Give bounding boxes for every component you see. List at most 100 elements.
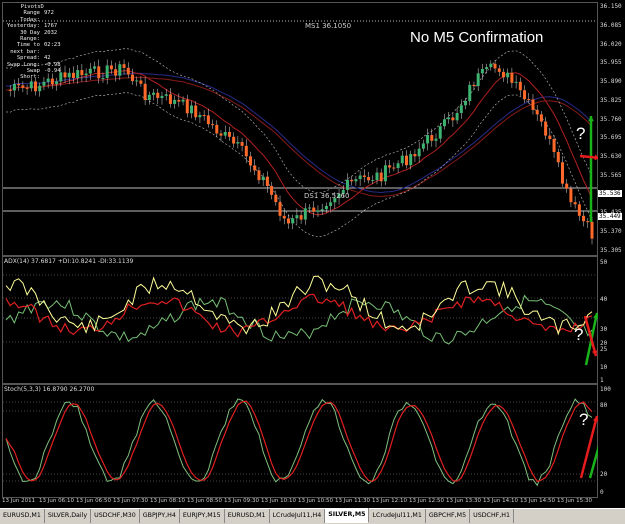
chart-tab[interactable]: EURUSD,M1 <box>225 509 270 523</box>
candle-body <box>76 70 80 79</box>
candle-body <box>202 115 206 117</box>
candle-body <box>114 69 118 76</box>
chart-tab[interactable]: USDCHF,H1 <box>470 509 515 523</box>
candle-body <box>282 215 286 219</box>
candle-body <box>464 101 468 106</box>
axis-tick-label: 20 <box>600 471 608 478</box>
time-tick-label: 13 Jun 06:50 <box>76 498 111 504</box>
ds1-level-label: DS1 36.5260 <box>304 192 350 200</box>
candle-body <box>392 167 396 169</box>
candle-body <box>101 78 105 80</box>
time-tick-label: 13 Jun 06:10 <box>39 498 74 504</box>
candle-body <box>177 99 181 102</box>
candle-body <box>523 90 527 100</box>
candle-body <box>97 66 101 79</box>
candle-body <box>63 72 67 78</box>
candle-body <box>455 112 459 121</box>
candle-body <box>442 119 446 127</box>
candle-body <box>232 136 236 144</box>
candle-body <box>405 155 409 166</box>
candle-body <box>451 117 455 121</box>
info-value: 02:23 <box>44 42 61 49</box>
price-axis: 36.150 36.085 36.020 35.955 35.890 35.825 35.7… <box>598 2 623 256</box>
candle-body <box>105 65 109 79</box>
chart-tab[interactable]: LCrudeJul11,H4 <box>270 509 326 523</box>
chart-tab[interactable]: SILVER,Daily <box>45 509 92 523</box>
candle-body <box>147 94 151 101</box>
info-value: 972 <box>44 10 54 17</box>
candle-body <box>472 84 476 87</box>
ma-line-darkred <box>5 76 593 198</box>
info-row: 30 Day Range: 2032 <box>4 30 61 43</box>
chart-tab[interactable]: EURUSD,M1 <box>0 509 45 523</box>
candle-body <box>55 81 59 85</box>
candle-body <box>324 205 328 210</box>
chart-tab[interactable]: SILVER,M5 <box>325 508 370 523</box>
candle-body <box>493 63 497 69</box>
candle-body <box>118 64 122 76</box>
candle-body <box>400 155 404 164</box>
candle-body <box>257 170 261 181</box>
candle-body <box>12 83 16 91</box>
candle-body <box>552 139 556 152</box>
stoch-title: Stoch(5,3,3) 16.8790 26.2700 <box>4 386 95 393</box>
candle-body <box>93 66 97 69</box>
candle-body <box>565 183 569 189</box>
candle-body <box>173 99 177 104</box>
chart-tab[interactable]: GBPCHF,M5 <box>426 509 471 523</box>
candle-body <box>274 194 278 203</box>
bollinger-lower <box>5 92 593 238</box>
candle-body <box>468 84 472 102</box>
time-tick-label: 13 Jun 2011 <box>2 498 36 504</box>
chart-tab[interactable]: GBPJPY,H4 <box>140 509 180 523</box>
time-tick-label: 13 Jun 10:10 <box>261 498 296 504</box>
chart-tab[interactable]: USDCHF,M30 <box>91 509 140 523</box>
axis-tick-label: 30 <box>600 326 608 333</box>
chart-tab[interactable]: LCrudeJul11,M1 <box>369 509 426 523</box>
candle-body <box>198 115 202 118</box>
candle-body <box>438 126 442 139</box>
candle-body <box>535 109 539 115</box>
candle-body <box>367 177 371 181</box>
candle-body <box>130 74 134 82</box>
price-highlight-label: 35.536 <box>598 190 622 197</box>
candle-body <box>480 68 484 74</box>
candle-body <box>573 202 577 205</box>
candle-body <box>430 135 434 141</box>
candle-body <box>286 218 290 224</box>
candle-body <box>590 221 594 239</box>
candle-body <box>291 218 295 224</box>
candle-body <box>143 83 147 101</box>
candle-body <box>527 99 531 101</box>
time-tick-label: 13 Jun 13:30 <box>446 498 481 504</box>
time-tick-label: 13 Jun 14:50 <box>520 498 555 504</box>
axis-tick-label: 20 <box>600 340 608 347</box>
stoch-signal-line <box>5 400 593 483</box>
info-row: Range Today: 972 <box>4 10 61 23</box>
time-tick-label: 13 Jun 07:30 <box>113 498 148 504</box>
candle-body <box>379 172 383 182</box>
candle-body <box>303 208 307 220</box>
candle-body <box>211 124 215 126</box>
candle-body <box>375 172 379 181</box>
candle-body <box>42 81 46 86</box>
axis-tick-label: 80 <box>600 402 608 409</box>
stoch-axis: 100 80 20 0 <box>598 384 623 498</box>
chart-tab[interactable]: EURJPY,M15 <box>180 509 225 523</box>
axis-tick-label: 25 <box>600 346 608 353</box>
adx-title: ADX(14) 37.6817 +DI:10.8241 -DI:33.1139 <box>4 258 134 265</box>
candle-body <box>560 162 564 184</box>
candle-body <box>80 70 84 76</box>
time-tick-label: 13 Jun 10:50 <box>298 498 333 504</box>
price-highlight-label: 35.449 <box>598 213 622 220</box>
candle-body <box>421 143 425 149</box>
info-key: Time to next bar: <box>10 42 40 55</box>
candle-body <box>160 95 164 99</box>
candle-body <box>185 99 189 114</box>
candle-body <box>38 85 42 92</box>
candle-body <box>135 80 139 82</box>
candle-body <box>501 71 505 78</box>
candle-body <box>447 117 451 120</box>
time-tick-label: 13 Jun 12:50 <box>409 498 444 504</box>
candle-body <box>299 215 303 220</box>
